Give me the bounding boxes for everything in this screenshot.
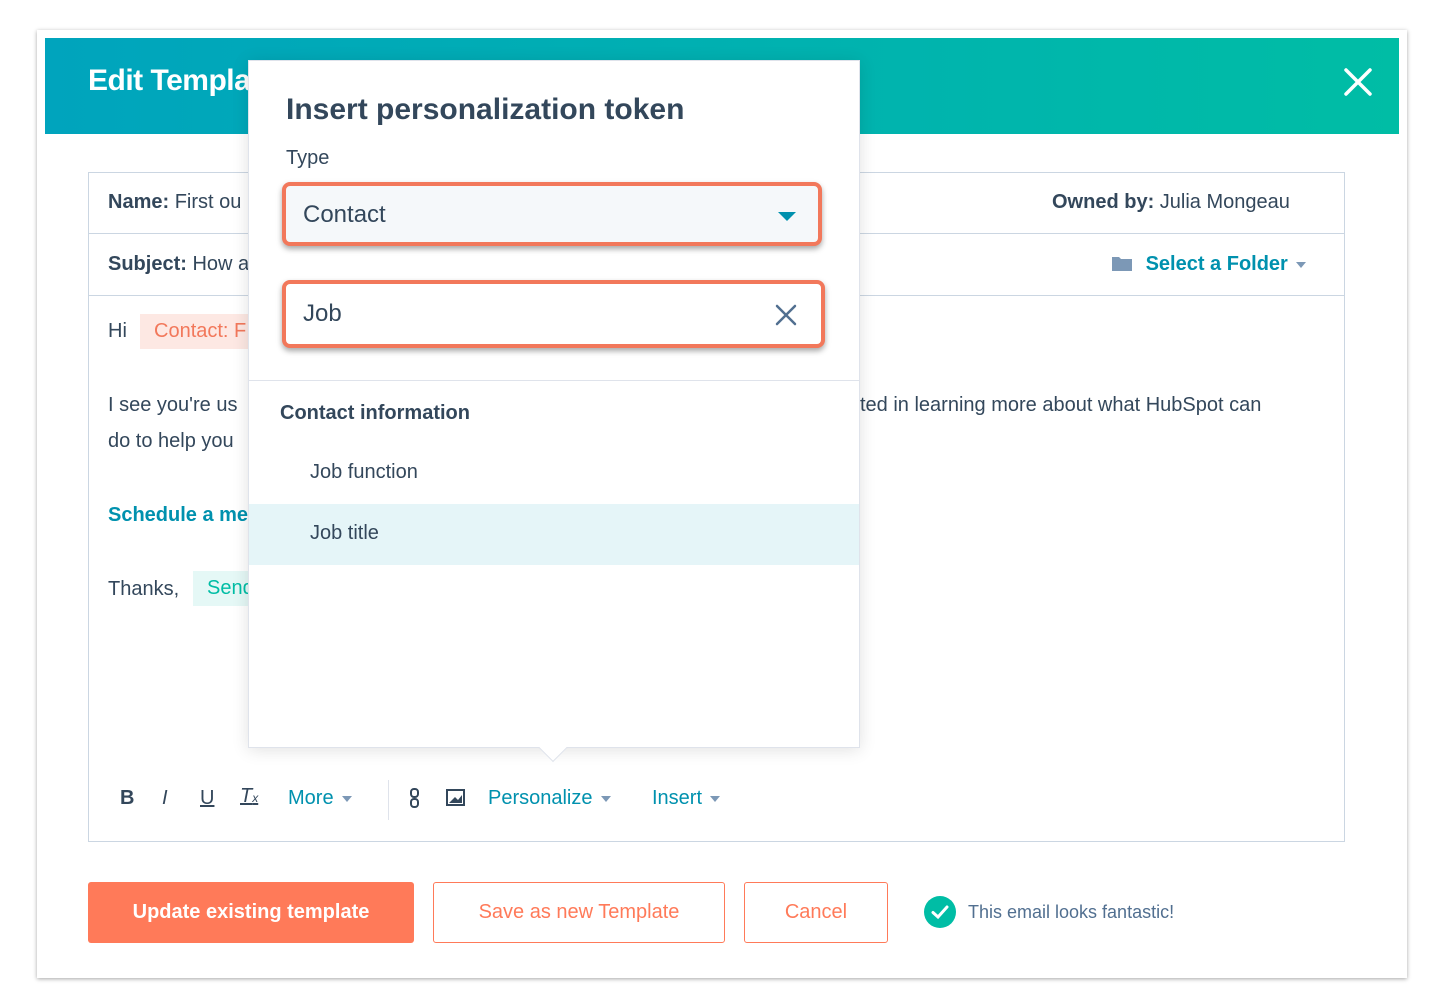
italic-button[interactable]: I bbox=[162, 787, 168, 810]
option-job-function[interactable]: Job function bbox=[249, 443, 859, 504]
folder-label: Select a Folder bbox=[1145, 253, 1288, 275]
name-label: Name: bbox=[108, 191, 170, 213]
greeting-text: Hi bbox=[108, 320, 127, 342]
link-icon[interactable] bbox=[409, 788, 421, 808]
select-folder-dropdown[interactable]: Select a Folder bbox=[1112, 253, 1306, 276]
name-input[interactable]: First ou bbox=[175, 191, 242, 213]
clear-search-icon[interactable] bbox=[774, 303, 798, 327]
personalize-label: Personalize bbox=[488, 787, 593, 809]
save-new-template-button[interactable]: Save as new Template bbox=[433, 882, 725, 943]
body-line2: do to help you bbox=[108, 430, 234, 452]
body-line1-left: I see you're us bbox=[108, 394, 238, 416]
owned-by-label: Owned by: bbox=[1052, 191, 1155, 213]
chevron-down-icon bbox=[1295, 261, 1306, 268]
body-line1-right: ted in learning more about what HubSpot … bbox=[860, 394, 1262, 416]
group-header: Contact information bbox=[280, 402, 470, 424]
clear-format-icon: T bbox=[240, 785, 253, 807]
contact-token[interactable]: Contact: F bbox=[140, 314, 261, 349]
subject-input[interactable]: How a bbox=[192, 253, 249, 275]
chevron-down-icon bbox=[341, 795, 352, 802]
clear-format-button[interactable]: Tx bbox=[240, 785, 258, 808]
personalize-dropdown[interactable]: Personalize bbox=[488, 787, 611, 810]
status-message: This email looks fantastic! bbox=[968, 902, 1175, 922]
option-job-title[interactable]: Job title bbox=[249, 504, 859, 565]
type-select[interactable]: Contact bbox=[282, 182, 822, 246]
option-label: Job title bbox=[310, 522, 379, 544]
more-dropdown[interactable]: More bbox=[288, 787, 352, 810]
popover-title: Insert personalization token bbox=[286, 93, 685, 126]
type-label: Type bbox=[286, 147, 330, 169]
token-search-input[interactable]: Job bbox=[282, 280, 825, 348]
modal-title: Edit Templa bbox=[88, 64, 251, 97]
clear-x: x bbox=[252, 791, 259, 805]
insert-label: Insert bbox=[652, 787, 703, 809]
check-circle-icon bbox=[924, 896, 956, 928]
insert-dropdown[interactable]: Insert bbox=[652, 787, 721, 810]
option-label: Job function bbox=[310, 461, 418, 483]
popover-divider bbox=[249, 380, 859, 381]
close-icon[interactable] bbox=[1340, 64, 1376, 100]
type-select-value: Contact bbox=[303, 201, 386, 228]
chevron-down-icon bbox=[710, 795, 721, 802]
cancel-button[interactable]: Cancel bbox=[744, 882, 888, 943]
chevron-down-icon bbox=[778, 212, 796, 221]
subject-label: Subject: bbox=[108, 253, 187, 275]
toolbar-divider bbox=[388, 780, 389, 820]
folder-icon bbox=[1112, 257, 1132, 271]
thanks-text: Thanks, bbox=[108, 578, 180, 600]
more-label: More bbox=[288, 787, 334, 809]
schedule-link[interactable]: Schedule a me bbox=[108, 504, 248, 527]
search-value: Job bbox=[303, 300, 342, 327]
image-icon[interactable] bbox=[446, 789, 465, 806]
update-template-button[interactable]: Update existing template bbox=[88, 882, 414, 943]
chevron-down-icon bbox=[600, 795, 611, 802]
underline-button[interactable]: U bbox=[200, 787, 214, 810]
bold-button[interactable]: B bbox=[120, 787, 134, 810]
owner-value: Julia Mongeau bbox=[1159, 191, 1290, 213]
